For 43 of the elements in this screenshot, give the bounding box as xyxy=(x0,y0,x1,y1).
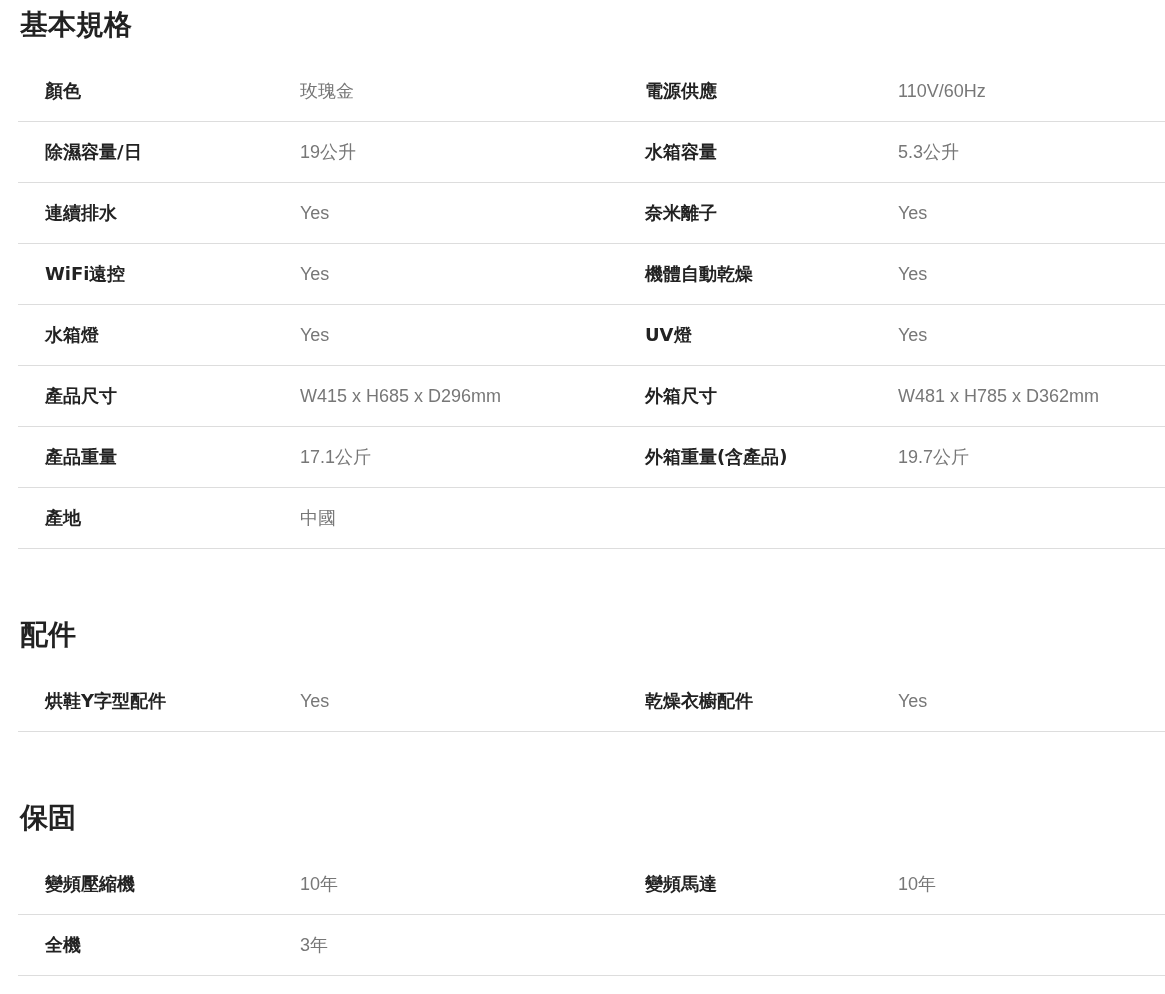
spec-value: 10年 xyxy=(898,873,938,896)
spec-value: W481 x H785 x D362mm xyxy=(898,385,1101,407)
spec-label: 全機 xyxy=(45,933,82,957)
spec-label: 連續排水 xyxy=(45,201,118,225)
spec-value: 10年 xyxy=(300,873,340,896)
spec-value: 19.7公斤 xyxy=(898,446,971,469)
spec-label: 產地 xyxy=(45,506,82,530)
spec-value: 中國 xyxy=(300,507,337,530)
spec-value: 3年 xyxy=(300,934,329,957)
spec-value: 5.3公升 xyxy=(898,141,961,164)
spec-label: 變頻馬達 xyxy=(645,872,718,896)
spec-value: Yes xyxy=(300,263,331,285)
spec-label: 水箱燈 xyxy=(45,323,100,347)
spec-value: Yes xyxy=(300,202,331,224)
spec-label: 產品尺寸 xyxy=(45,384,118,408)
spec-label: WiFi遠控 xyxy=(45,262,127,286)
spec-label: 乾燥衣櫥配件 xyxy=(645,689,754,713)
section-heading: 保固 xyxy=(20,800,77,836)
spec-value: 110V/60Hz xyxy=(898,80,987,102)
spec-label: 變頻壓縮機 xyxy=(45,872,136,896)
spec-value: Yes xyxy=(300,690,331,712)
spec-label: 外箱重量(含產品) xyxy=(645,445,789,469)
spec-label: 奈米離子 xyxy=(645,201,718,225)
spec-value: Yes xyxy=(898,263,929,285)
spec-value: Yes xyxy=(898,324,929,346)
spec-label: 產品重量 xyxy=(45,445,118,469)
spec-label: 顏色 xyxy=(45,79,82,103)
spec-label: UV燈 xyxy=(645,323,693,347)
spec-label: 水箱容量 xyxy=(645,140,718,164)
spec-label: 烘鞋Y字型配件 xyxy=(45,689,168,713)
spec-value: 17.1公斤 xyxy=(300,446,373,469)
spec-value: Yes xyxy=(300,324,331,346)
section-heading: 配件 xyxy=(20,617,77,653)
spec-value: Yes xyxy=(898,690,929,712)
section-heading: 基本規格 xyxy=(20,7,133,43)
spec-label: 外箱尺寸 xyxy=(645,384,718,408)
spec-value: W415 x H685 x D296mm xyxy=(300,385,503,407)
spec-value: 玫瑰金 xyxy=(300,80,355,103)
spec-label: 機體自動乾燥 xyxy=(645,262,754,286)
spec-value: 19公升 xyxy=(300,141,358,164)
spec-label: 電源供應 xyxy=(645,79,718,103)
spec-value: Yes xyxy=(898,202,929,224)
spec-label: 除濕容量/日 xyxy=(45,140,143,164)
